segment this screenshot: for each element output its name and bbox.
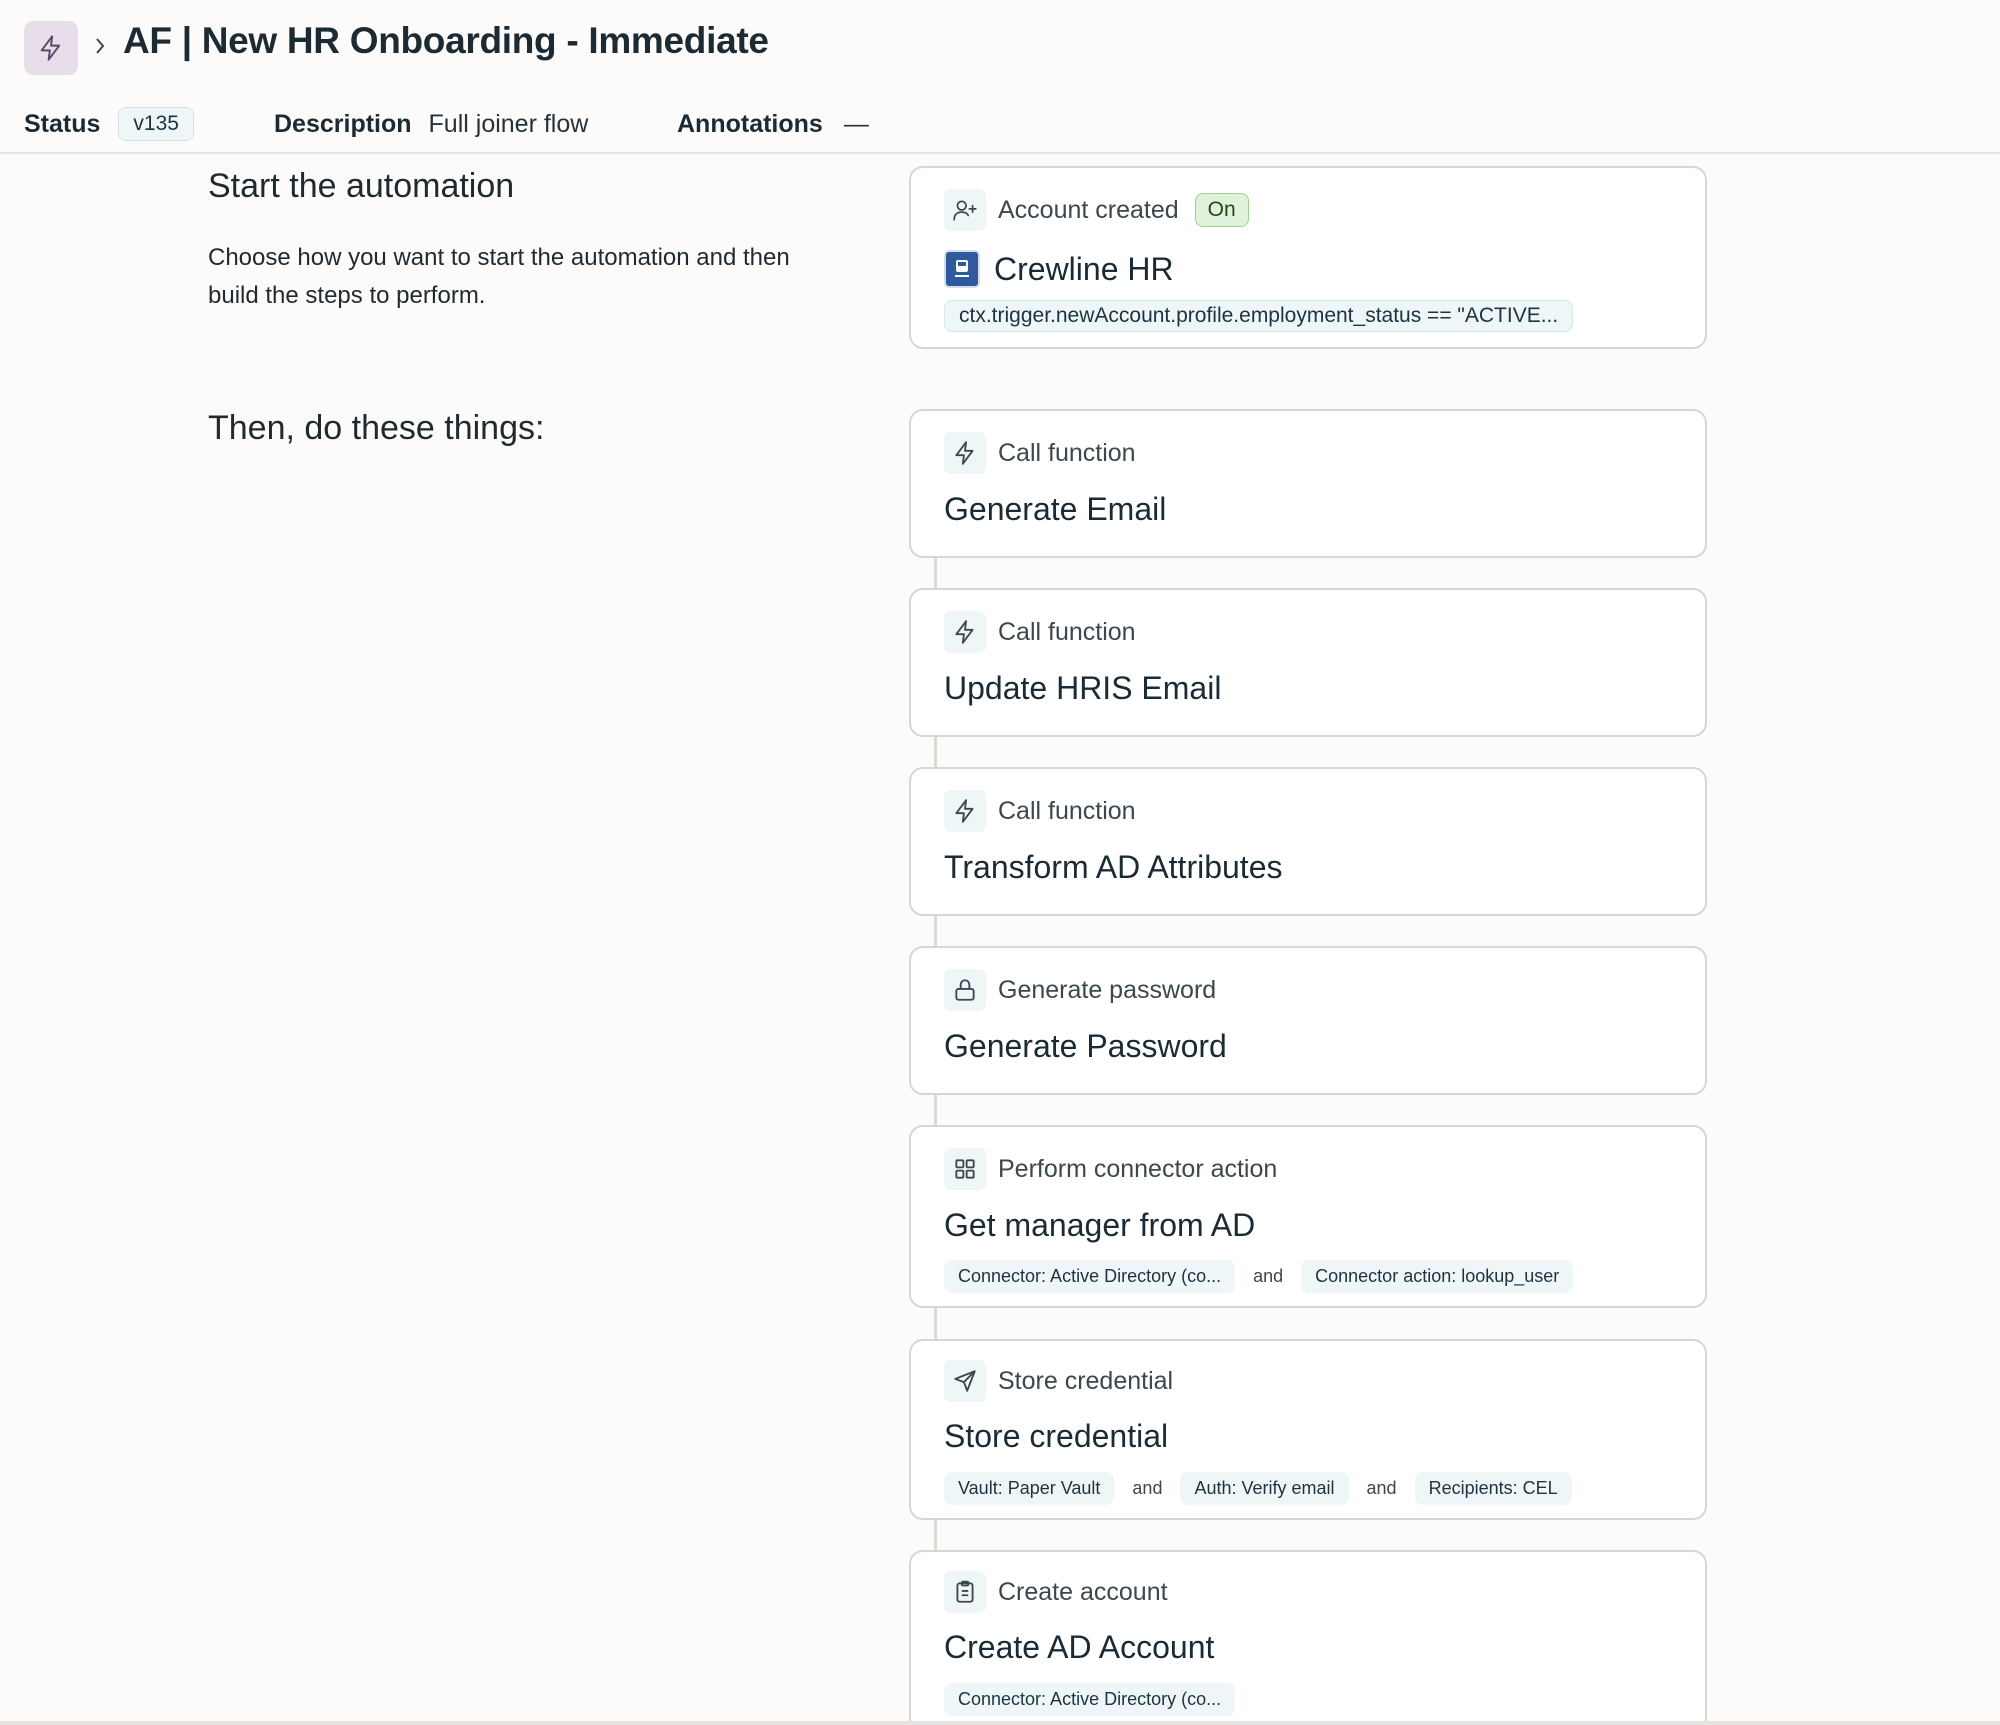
step-type: Create account [998,1577,1168,1606]
trigger-status-badge: On [1194,193,1249,227]
bottom-divider [0,1721,2000,1725]
chevron-right-icon [90,34,110,58]
step-name: Generate Password [944,1028,1227,1064]
send-icon [944,1360,986,1402]
step-card-store-credential[interactable]: Store credential Store credential Vault:… [909,1339,1707,1520]
step-type: Store credential [998,1366,1174,1395]
annotations-field[interactable]: Annotations — [677,104,869,144]
trigger-source-name: Crewline HR [994,250,1174,287]
step-name: Update HRIS Email [944,670,1222,706]
and-separator: and [1366,1478,1397,1498]
step-connector [934,1095,937,1127]
start-section-title: Start the automation [208,167,515,205]
crewline-hr-logo-icon [944,250,980,288]
step-header: Create account [944,1571,1168,1613]
step-connector [934,558,937,590]
step-card-generate-password[interactable]: Generate password Generate Password [909,946,1707,1095]
trigger-condition-pill: ctx.trigger.newAccount.profile.employmen… [944,300,1574,332]
step-connector [934,916,937,948]
lock-icon [944,969,986,1011]
trigger-type: Account created [998,195,1179,224]
step-pills: Connector: Active Directory (co... and C… [944,1260,1574,1293]
step-type: Call function [998,617,1136,646]
step-connector [934,1306,937,1341]
step-type: Call function [998,438,1136,467]
and-separator: and [1132,1478,1163,1498]
step-connector [934,737,937,769]
steps-section-title: Then, do these things: [208,409,545,447]
step-header: Call function [944,432,1136,474]
version-badge[interactable]: v135 [118,107,194,141]
step-type: Perform connector action [998,1154,1278,1183]
page-title: AF | New HR Onboarding - Immediate [123,20,769,61]
step-card-update-hris-email[interactable]: Call function Update HRIS Email [909,588,1707,737]
step-type: Generate password [998,975,1217,1004]
recipients-pill: Recipients: CEL [1414,1472,1572,1505]
grid-icon [944,1148,986,1190]
step-header: Store credential [944,1360,1174,1402]
start-section-description: Choose how you want to start the automat… [208,244,790,309]
description-label: Description [274,109,412,138]
step-header: Generate password [944,969,1217,1011]
vault-pill: Vault: Paper Vault [944,1472,1115,1505]
user-plus-icon [944,189,986,231]
page-header: AF | New HR Onboarding - Immediate Statu… [0,0,2000,154]
and-separator: and [1253,1266,1284,1286]
bolt-icon [944,432,986,474]
step-pills: Connector: Active Directory (co... [944,1683,1236,1716]
connector-action-pill: Connector action: lookup_user [1301,1260,1574,1293]
status-label: Status [24,109,101,138]
step-card-create-ad-account[interactable]: Create account Create AD Account Connect… [909,1550,1707,1725]
step-header: Call function [944,790,1136,832]
step-header: Perform connector action [944,1148,1278,1190]
connector-pill: Connector: Active Directory (co... [944,1683,1236,1716]
bolt-icon [944,611,986,653]
step-card-generate-email[interactable]: Call function Generate Email [909,409,1707,558]
trigger-header: Account created On [944,189,1249,231]
description-value[interactable]: Full joiner flow [429,110,589,139]
bolt-icon [944,790,986,832]
step-name: Generate Email [944,491,1167,527]
annotations-value[interactable]: — [844,110,869,139]
automation-bolt-icon[interactable] [24,21,78,75]
status-field: Status v135 [24,104,194,144]
annotations-label: Annotations [677,109,823,138]
step-name: Create AD Account [944,1629,1215,1665]
trigger-card[interactable]: Account created On Crewline HR ctx.trigg… [909,166,1707,349]
clipboard-icon [944,1571,986,1613]
step-name: Get manager from AD [944,1207,1256,1243]
step-header: Call function [944,611,1136,653]
step-type: Call function [998,796,1136,825]
step-card-get-manager-from-ad[interactable]: Perform connector action Get manager fro… [909,1125,1707,1308]
step-name: Transform AD Attributes [944,849,1283,885]
trigger-source: Crewline HR [944,248,1174,290]
description-field[interactable]: Description Full joiner flow [274,104,588,144]
step-pills: Vault: Paper Vault and Auth: Verify emai… [944,1472,1572,1505]
connector-pill: Connector: Active Directory (co... [944,1260,1236,1293]
step-name: Store credential [944,1418,1169,1454]
step-connector [934,1518,937,1553]
auth-pill: Auth: Verify email [1180,1472,1349,1505]
step-card-transform-ad-attributes[interactable]: Call function Transform AD Attributes [909,767,1707,916]
